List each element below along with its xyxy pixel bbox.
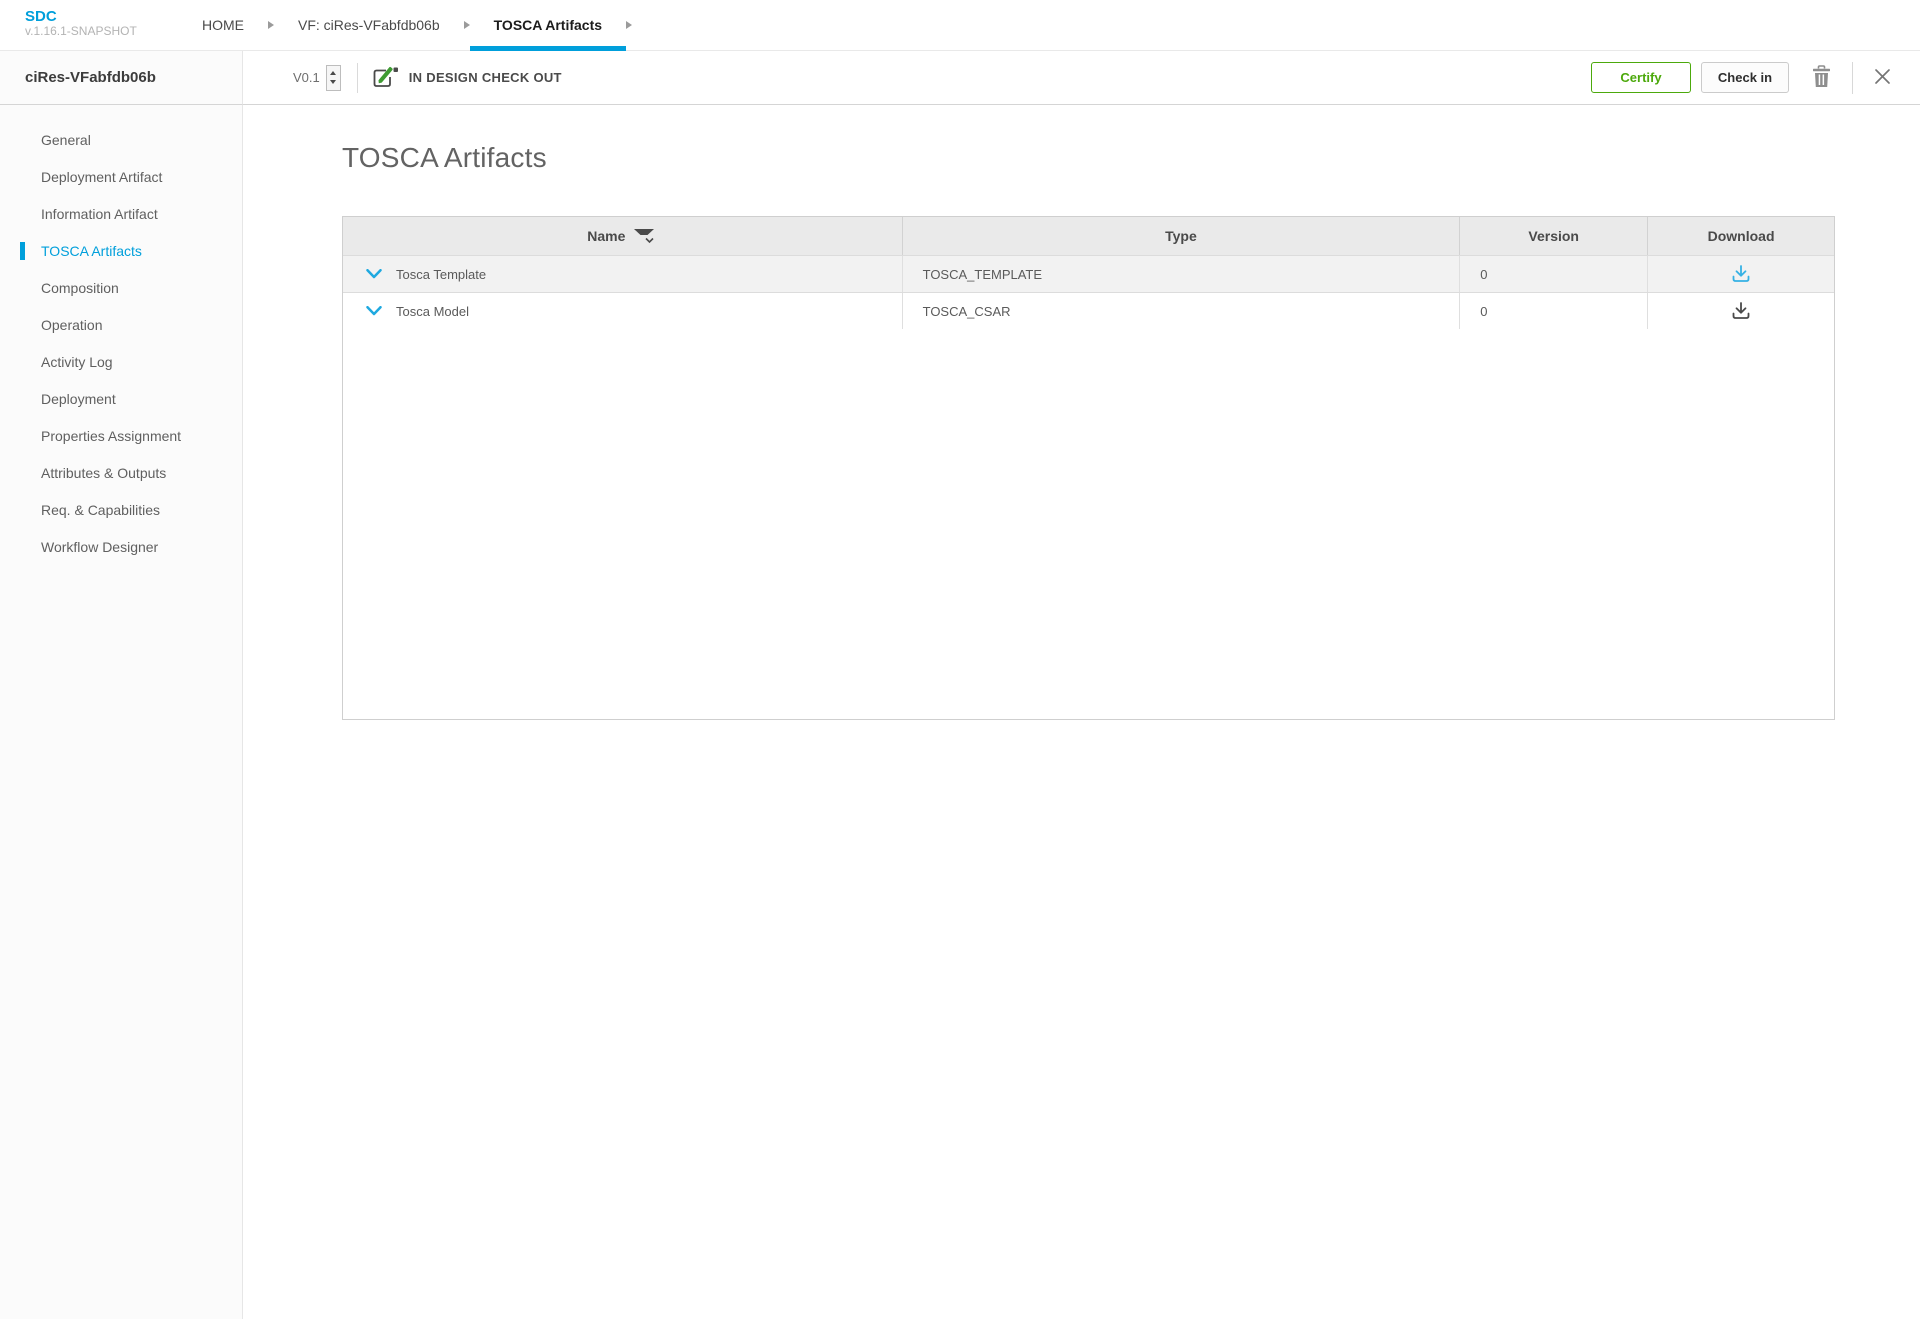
artifact-name: Tosca Model <box>396 304 469 319</box>
sidebar-item-label: Workflow Designer <box>41 539 158 555</box>
sidebar-item-label: Information Artifact <box>41 206 158 222</box>
sidebar-item-label: Deployment <box>41 391 116 407</box>
close-icon <box>1873 67 1892 89</box>
sidebar-item-label: Operation <box>41 317 102 333</box>
sidebar-item-label: Activity Log <box>41 354 113 370</box>
breadcrumb-vf-label: VF: ciRes-VFabfdb06b <box>298 17 440 33</box>
column-header-version[interactable]: Version <box>1460 217 1648 255</box>
breadcrumb-home[interactable]: HOME <box>178 0 268 50</box>
artifact-version: 0 <box>1460 256 1648 292</box>
table-empty-area <box>343 329 1834 719</box>
spinner-up-icon <box>330 71 336 75</box>
sidebar-item-label: TOSCA Artifacts <box>41 243 142 259</box>
page-body: General Deployment Artifact Information … <box>0 105 1920 1319</box>
sidebar-item-req-capabilities[interactable]: Req. & Capabilities <box>0 491 242 528</box>
sort-icon[interactable] <box>633 228 657 244</box>
main-content: TOSCA Artifacts Name Type V <box>243 105 1920 1319</box>
toolbar-divider <box>357 63 358 93</box>
sidebar-item-label: Req. & Capabilities <box>41 502 160 518</box>
sidebar-nav: General Deployment Artifact Information … <box>0 105 243 1319</box>
breadcrumb-vf[interactable]: VF: ciRes-VFabfdb06b <box>274 0 464 50</box>
app-version: v.1.16.1-SNAPSHOT <box>25 25 178 39</box>
top-bar: SDC v.1.16.1-SNAPSHOT HOME VF: ciRes-VFa… <box>0 0 1920 51</box>
certify-button[interactable]: Certify <box>1591 62 1691 93</box>
active-tab-underline <box>470 46 626 51</box>
sidebar-item-workflow-designer[interactable]: Workflow Designer <box>0 528 242 565</box>
sidebar-header: ciRes-VFabfdb06b <box>0 51 243 105</box>
sidebar-item-general[interactable]: General <box>0 121 242 158</box>
sidebar-item-deployment-artifact[interactable]: Deployment Artifact <box>0 158 242 195</box>
sidebar-item-label: Properties Assignment <box>41 428 181 444</box>
app-logo-title: SDC <box>25 8 178 25</box>
column-header-version-label: Version <box>1528 228 1579 244</box>
sidebar-item-operation[interactable]: Operation <box>0 306 242 343</box>
chevron-down-icon[interactable] <box>366 304 382 319</box>
page-title: TOSCA Artifacts <box>342 142 1920 174</box>
breadcrumb-tosca-artifacts[interactable]: TOSCA Artifacts <box>470 0 626 50</box>
check-in-button[interactable]: Check in <box>1701 62 1789 93</box>
sidebar-item-deployment[interactable]: Deployment <box>0 380 242 417</box>
spinner-down-icon <box>330 80 336 84</box>
column-header-download-label: Download <box>1708 228 1775 244</box>
in-design-edit-icon <box>372 66 399 90</box>
tosca-artifacts-table: Name Type Version Download <box>342 216 1835 720</box>
column-header-name-label: Name <box>587 228 625 244</box>
workspace-header: ciRes-VFabfdb06b V0.1 IN DESIGN CHECK OU… <box>0 51 1920 105</box>
expand-row-control[interactable]: Tosca Model <box>343 304 469 319</box>
delete-button[interactable] <box>1811 65 1832 91</box>
table-header-row: Name Type Version Download <box>343 217 1834 255</box>
lifecycle-state-label: IN DESIGN CHECK OUT <box>409 70 562 85</box>
sidebar-item-composition[interactable]: Composition <box>0 269 242 306</box>
toolbar-divider <box>1852 62 1853 94</box>
breadcrumb-tosca-artifacts-label: TOSCA Artifacts <box>494 17 602 33</box>
column-header-type-label: Type <box>1165 228 1197 244</box>
column-header-name[interactable]: Name <box>343 217 903 255</box>
breadcrumb: HOME VF: ciRes-VFabfdb06b TOSCA Artifact… <box>178 0 632 50</box>
sidebar-item-activity-log[interactable]: Activity Log <box>0 343 242 380</box>
table-row: Tosca Model TOSCA_CSAR 0 <box>343 292 1834 329</box>
version-label: V0.1 <box>293 70 320 85</box>
trash-icon <box>1811 65 1832 91</box>
sidebar-item-label: Composition <box>41 280 119 296</box>
breadcrumb-home-label: HOME <box>202 17 244 33</box>
active-item-indicator <box>20 242 25 260</box>
workspace-toolbar: V0.1 IN DESIGN CHECK OUT Certify Check i… <box>243 51 1920 105</box>
artifact-type: TOSCA_TEMPLATE <box>903 256 1461 292</box>
breadcrumb-arrow-icon <box>626 21 632 29</box>
app-logo: SDC v.1.16.1-SNAPSHOT <box>0 0 178 50</box>
sidebar-item-tosca-artifacts[interactable]: TOSCA Artifacts <box>0 232 242 269</box>
download-icon[interactable] <box>1731 302 1751 320</box>
expand-row-control[interactable]: Tosca Template <box>343 267 486 282</box>
sidebar-item-label: General <box>41 132 91 148</box>
sidebar-item-label: Deployment Artifact <box>41 169 162 185</box>
chevron-down-icon[interactable] <box>366 267 382 282</box>
column-header-download[interactable]: Download <box>1648 217 1834 255</box>
artifact-version: 0 <box>1460 293 1648 329</box>
download-icon[interactable] <box>1731 265 1751 283</box>
artifact-name: Tosca Template <box>396 267 486 282</box>
artifact-type: TOSCA_CSAR <box>903 293 1461 329</box>
component-name: ciRes-VFabfdb06b <box>25 69 156 86</box>
sidebar-item-information-artifact[interactable]: Information Artifact <box>0 195 242 232</box>
column-header-type[interactable]: Type <box>903 217 1461 255</box>
sidebar-item-label: Attributes & Outputs <box>41 465 166 481</box>
sidebar-item-attributes-outputs[interactable]: Attributes & Outputs <box>0 454 242 491</box>
sidebar-item-properties-assignment[interactable]: Properties Assignment <box>0 417 242 454</box>
table-row: Tosca Template TOSCA_TEMPLATE 0 <box>343 255 1834 292</box>
version-spinner[interactable] <box>326 65 341 91</box>
close-button[interactable] <box>1873 67 1892 89</box>
